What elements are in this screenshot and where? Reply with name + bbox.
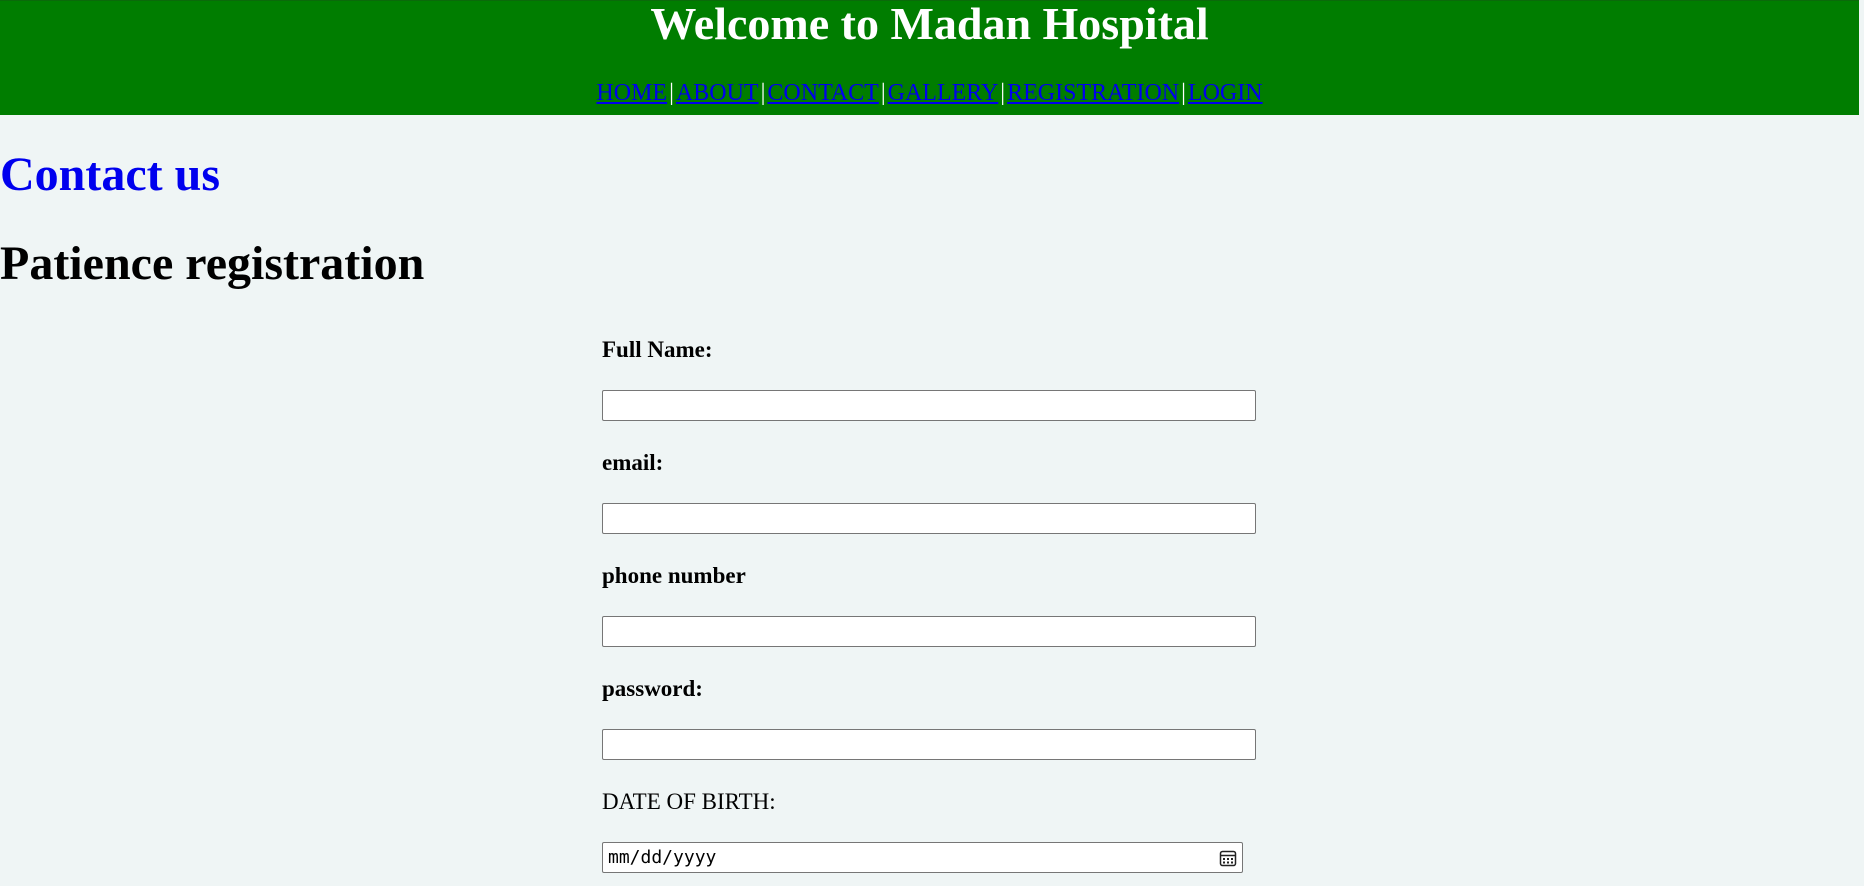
full-name-input[interactable] xyxy=(602,390,1256,421)
nav-separator: | xyxy=(669,80,674,106)
phone-number-input[interactable] xyxy=(602,616,1256,647)
nav-link-login[interactable]: LOGIN xyxy=(1188,80,1263,106)
email-label: email: xyxy=(602,450,664,475)
nav-link-about[interactable]: ABOUT xyxy=(676,80,759,106)
nav-separator: | xyxy=(880,80,886,106)
password-input[interactable] xyxy=(602,729,1256,760)
nav-separator: | xyxy=(1181,80,1186,106)
nav-link-registration[interactable]: REGISTRATION xyxy=(1007,80,1179,106)
main-nav: HOME|ABOUT|CONTACT|GALLERY|REGISTRATION|… xyxy=(0,79,1859,107)
dob-label: DATE OF BIRTH: xyxy=(602,789,776,814)
site-title: Welcome to Madan Hospital xyxy=(650,0,1209,49)
full-name-label: Full Name: xyxy=(602,337,713,362)
registration-heading: Patience registration xyxy=(0,237,425,290)
site-header: Welcome to Madan Hospital HOME|ABOUT|CON… xyxy=(0,0,1859,115)
nav-link-home[interactable]: HOME xyxy=(596,80,667,106)
contact-heading: Contact us xyxy=(0,148,221,201)
password-label: password: xyxy=(602,676,703,701)
email-input[interactable] xyxy=(602,503,1256,534)
calendar-icon[interactable] xyxy=(1218,848,1238,868)
nav-separator: | xyxy=(1000,80,1006,106)
dob-date-input[interactable]: mm/dd/yyyy xyxy=(602,842,1243,873)
phone-number-label: phone number xyxy=(602,563,746,588)
nav-link-contact[interactable]: CONTACT xyxy=(767,80,878,106)
dob-placeholder: mm/dd/yyyy xyxy=(608,847,717,868)
nav-link-gallery[interactable]: GALLERY xyxy=(888,80,999,106)
